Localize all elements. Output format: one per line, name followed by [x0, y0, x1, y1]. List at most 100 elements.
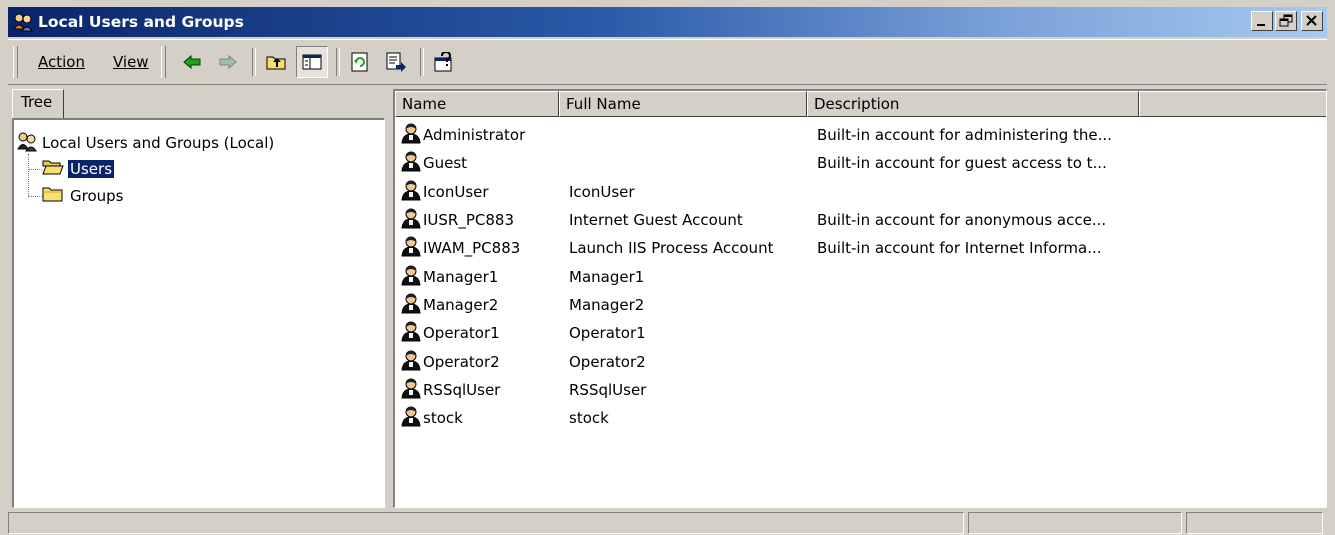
forward-button[interactable] [212, 46, 244, 78]
column-header-full-name[interactable]: Full Name [559, 91, 807, 117]
table-row[interactable]: IUSR_PC883 Internet Guest Account Built-… [395, 206, 1139, 234]
table-row[interactable]: Manager2 Manager2 [395, 291, 1139, 319]
status-panel-2 [968, 512, 1182, 534]
mmc-window: Local Users and Groups Action View Tree … [0, 0, 1335, 535]
table-row[interactable]: Operator1 Operator1 [395, 319, 1139, 347]
title-bar[interactable]: Local Users and Groups [8, 7, 1327, 37]
help-button[interactable] [428, 46, 460, 78]
pane-splitter[interactable] [385, 89, 393, 509]
menu-view-label: View [112, 53, 149, 71]
user-name: Manager1 [423, 267, 499, 286]
back-button[interactable] [176, 46, 208, 78]
table-row[interactable]: IconUser IconUser [395, 178, 1139, 206]
cell-name: RSSqlUser [395, 377, 559, 403]
up-folder-icon [266, 56, 286, 70]
help-icon [434, 52, 452, 72]
restore-button[interactable] [1275, 11, 1297, 31]
table-row[interactable]: IWAM_PC883 Launch IIS Process Account Bu… [395, 234, 1139, 262]
cell-name: Guest [395, 150, 559, 176]
cell-name: IWAM_PC883 [395, 235, 559, 261]
folder-icon [42, 185, 64, 207]
close-button[interactable] [1301, 11, 1323, 31]
toolbar-separator [335, 48, 340, 76]
tree-item-groups[interactable]: Groups [28, 185, 125, 207]
minimize-button[interactable] [1251, 11, 1273, 31]
menu-view[interactable]: View [113, 53, 149, 71]
export-list-button[interactable] [380, 46, 412, 78]
table-row[interactable]: stock stock [395, 404, 1139, 432]
users-list-view: Name Full Name Description Administrator… [393, 89, 1327, 508]
table-row[interactable]: Operator2 Operator2 [395, 347, 1139, 375]
user-full-name: Launch IIS Process Account [569, 239, 774, 258]
tree-item-users-label: Users [66, 159, 116, 179]
users-groups-app-icon [12, 11, 34, 33]
open-folder-icon [42, 158, 64, 180]
tab-tree-label: Tree [21, 93, 53, 111]
table-row[interactable]: Manager1 Manager1 [395, 262, 1139, 290]
cell-name: Administrator [395, 122, 559, 148]
user-icon [399, 349, 421, 375]
table-row[interactable]: Administrator Built-in account for admin… [395, 121, 1139, 149]
user-full-name: stock [569, 409, 609, 428]
user-description: Built-in account for anonymous acce... [817, 211, 1107, 230]
tree-item-groups-label: Groups [70, 187, 124, 205]
status-panel-main [8, 512, 964, 534]
user-name: Guest [423, 154, 468, 173]
user-name: RSSqlUser [423, 380, 501, 399]
tree-connector [28, 168, 42, 170]
toolbar: Action View [8, 39, 1327, 85]
cell-name: IconUser [395, 179, 559, 205]
user-name: Administrator [423, 126, 526, 145]
user-name: Manager2 [423, 295, 499, 314]
table-row[interactable]: Guest Built-in account for guest access … [395, 149, 1139, 177]
up-folder-button[interactable] [260, 46, 292, 78]
back-icon [182, 54, 201, 70]
refresh-button[interactable] [344, 46, 376, 78]
tree-connector [28, 195, 42, 197]
user-icon [399, 179, 421, 205]
close-icon [1306, 15, 1317, 26]
tree-item-users[interactable]: Users [28, 158, 116, 180]
user-name: stock [423, 409, 463, 428]
restore-icon [1279, 14, 1293, 27]
user-icon [399, 264, 421, 290]
user-icon [399, 235, 421, 261]
tab-tree[interactable]: Tree [12, 89, 64, 119]
cell-name: IUSR_PC883 [395, 207, 559, 233]
toolbar-grip-2[interactable] [160, 46, 166, 78]
status-bar [8, 512, 1327, 535]
window-title: Local Users and Groups [38, 13, 244, 31]
user-full-name: RSSqlUser [569, 380, 647, 399]
tree-root-node[interactable]: Local Users and Groups (Local) [16, 130, 274, 156]
window-controls [1251, 11, 1323, 31]
user-full-name: Internet Guest Account [569, 211, 743, 230]
menu-action[interactable]: Action [38, 53, 85, 71]
user-icon [399, 207, 421, 233]
show-hide-tree-icon [302, 54, 322, 70]
column-header-description[interactable]: Description [807, 91, 1139, 117]
user-icon [399, 122, 421, 148]
forward-icon [219, 54, 237, 70]
cell-name: Manager1 [395, 264, 559, 290]
user-full-name: Manager2 [569, 295, 645, 314]
user-icon [399, 377, 421, 403]
menu-action-label: Action [38, 53, 85, 71]
users-groups-snapin-icon [16, 130, 38, 156]
show-hide-tree-button[interactable] [295, 46, 328, 78]
export-list-icon [386, 52, 406, 72]
status-panel-3 [1186, 512, 1323, 534]
toolbar-separator [251, 48, 256, 76]
user-full-name: Operator2 [569, 352, 646, 371]
refresh-icon [351, 52, 368, 72]
cell-name: Operator2 [395, 349, 559, 375]
toolbar-grip[interactable] [13, 46, 18, 78]
table-row[interactable]: RSSqlUser RSSqlUser [395, 376, 1139, 404]
user-description: Built-in account for administering the..… [817, 126, 1112, 145]
user-icon [399, 292, 421, 318]
column-header-empty[interactable] [1139, 91, 1326, 117]
user-name: Operator1 [423, 324, 500, 343]
tree-root-label: Local Users and Groups (Local) [42, 134, 275, 152]
minimize-icon [1257, 24, 1265, 26]
column-header-name[interactable]: Name [395, 91, 559, 117]
user-name: IWAM_PC883 [423, 239, 521, 258]
